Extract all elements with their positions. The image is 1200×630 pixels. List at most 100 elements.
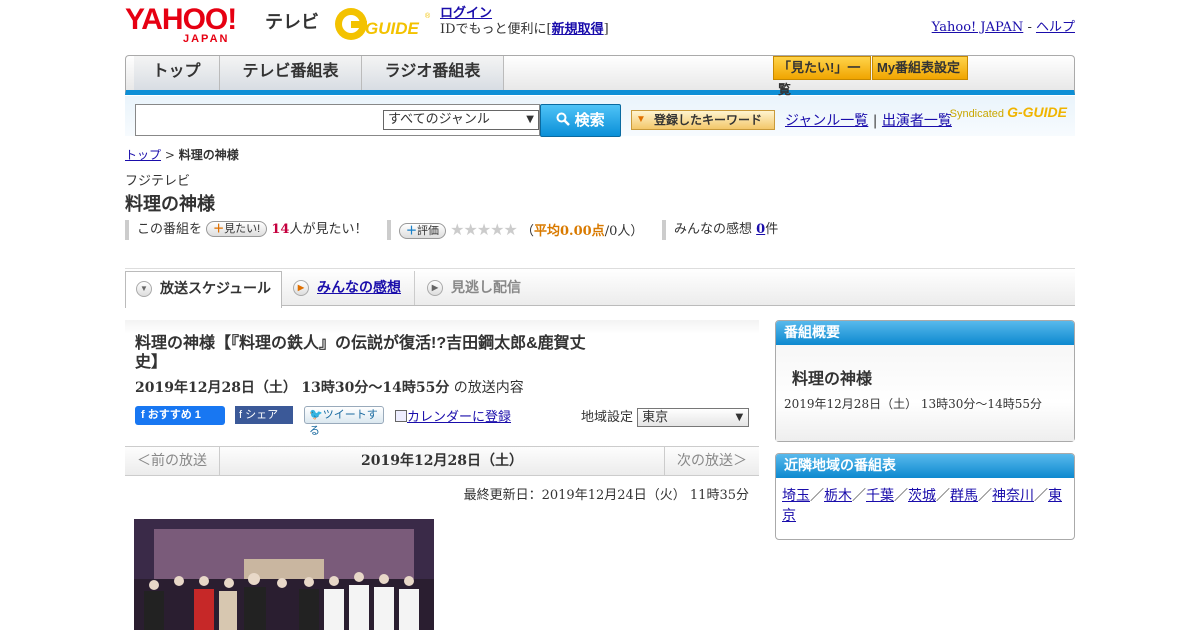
- chevron-down-icon: ▼: [735, 412, 744, 423]
- registered-keyword-button[interactable]: ▼ 登録したキーワード: [631, 110, 775, 130]
- yahoo-japan-link[interactable]: Yahoo! JAPAN: [932, 20, 1024, 35]
- region-label: 地域設定: [581, 410, 634, 425]
- header: YAHOO! JAPAN テレビ GUIDE ® ログイン IDでもっと便利に[…: [125, 3, 1075, 46]
- breadcrumb-top[interactable]: トップ: [125, 148, 161, 162]
- yahoo-logo[interactable]: YAHOO! JAPAN: [125, 3, 237, 45]
- avg-people: /0人）: [604, 224, 644, 239]
- fb-recommend-label: おすすめ 1: [147, 409, 201, 421]
- episode-date: 2019年12月28日（土）: [135, 380, 297, 396]
- rate-section: ＋評価 ★★★★★ （平均0.00点/0人）: [387, 220, 643, 240]
- region-link-kanagawa[interactable]: 神奈川: [992, 488, 1034, 504]
- nav-tab-top[interactable]: トップ: [134, 56, 220, 90]
- syndicated-logo: G-GUIDE: [1007, 104, 1067, 120]
- program-summary-time: 2019年12月28日（土） 13時30分～14時55分: [784, 397, 1042, 411]
- facebook-recommend-button[interactable]: f おすすめ 1: [135, 406, 225, 425]
- login-link[interactable]: ログイン: [440, 6, 492, 21]
- tab-schedule-label: 放送スケジュール: [160, 280, 272, 296]
- region-link-ibaraki[interactable]: 茨城: [908, 488, 936, 504]
- genre-select[interactable]: すべてのジャンル ▼: [383, 110, 539, 130]
- region-link-tochigi[interactable]: 栃木: [824, 488, 852, 504]
- region-select-value: 東京: [642, 410, 669, 425]
- tab-schedule[interactable]: ▼ 放送スケジュール: [125, 271, 282, 308]
- fb-share-label: シェア: [245, 409, 279, 421]
- episode-header: 料理の神様【『料理の鉄人』の伝説が復活!?吉田鋼太郎&鹿賀丈史】 2019年12…: [125, 320, 759, 437]
- region-sep: ／: [936, 488, 950, 504]
- play-icon: ▶: [427, 280, 443, 296]
- nav-tab-tv-schedule[interactable]: テレビ番組表: [220, 56, 362, 90]
- last-updated: 最終更新日：2019年12月24日（火） 11時35分: [463, 488, 749, 503]
- signup-link[interactable]: 新規取得: [552, 22, 604, 37]
- region-link-chiba[interactable]: 千葉: [866, 488, 894, 504]
- facebook-icon: f: [141, 409, 145, 421]
- chevron-down-icon: ▼: [526, 114, 534, 125]
- want-button-label: 見たい!: [224, 223, 261, 235]
- region-select[interactable]: 東京 ▼: [637, 408, 750, 427]
- id-text: IDでもっと便利に[: [440, 22, 552, 37]
- syndicated-text: Syndicated: [949, 108, 1005, 120]
- avg-open: （: [521, 224, 535, 239]
- breadcrumb: トップ > 料理の神様: [125, 146, 239, 163]
- episode-time: 13時30分～14時55分: [301, 380, 450, 396]
- program-summary-title: 料理の神様: [792, 371, 873, 388]
- tab-missed-label: 見逃し配信: [451, 279, 521, 295]
- current-broadcast-date: 2019年12月28日（土）: [361, 453, 523, 469]
- facebook-share-button[interactable]: f シェア: [235, 406, 293, 424]
- want-section: この番組を ＋見たい! 14人が見たい！: [125, 220, 367, 240]
- photo-illustration: [134, 519, 434, 630]
- nearby-region-head: 近隣地域の番組表: [776, 454, 1074, 478]
- want-suffix: 人が見たい！: [289, 222, 368, 237]
- region-sep: ／: [1034, 488, 1048, 504]
- main-nav: トップ テレビ番組表 ラジオ番組表 「見たい!」一覧 My番組表設定: [125, 55, 1075, 97]
- want-prefix: この番組を: [137, 222, 203, 237]
- genre-list-link[interactable]: ジャンル一覧: [785, 113, 868, 129]
- tv-label[interactable]: テレビ: [265, 8, 319, 34]
- calendar-icon: [395, 410, 407, 422]
- performer-list-link[interactable]: 出演者一覧: [882, 113, 952, 129]
- reviews-section: みんなの感想 0件: [662, 220, 778, 240]
- help-link[interactable]: ヘルプ: [1036, 20, 1075, 35]
- calendar-register[interactable]: カレンダーに登録: [395, 406, 511, 425]
- region-sep: ／: [978, 488, 992, 504]
- nearby-region-list: 埼玉／栃木／千葉／茨城／群馬／神奈川／東京: [776, 478, 1074, 534]
- svg-text:®: ®: [425, 12, 431, 20]
- tab-missed[interactable]: ▶ 見逃し配信: [417, 271, 547, 305]
- link-divider: |: [872, 113, 878, 129]
- content-tabs: ▼ 放送スケジュール ▶ みんなの感想 ▶ 見逃し配信: [125, 268, 1075, 308]
- episode-date-suffix: の放送内容: [453, 380, 524, 396]
- calendar-link[interactable]: カレンダーに登録: [407, 410, 511, 425]
- keyword-button-label: 登録したキーワード: [654, 113, 763, 127]
- search-links: ジャンル一覧 | 出演者一覧: [785, 110, 952, 130]
- program-summary-box: 番組概要 料理の神様 2019年12月28日（土） 13時30分～14時55分: [775, 320, 1075, 442]
- next-broadcast[interactable]: 次の放送＞: [664, 447, 759, 475]
- search-button[interactable]: 検索: [540, 104, 621, 137]
- tweet-button[interactable]: 🐦ツイートする: [304, 406, 384, 437]
- want-count: 14: [271, 222, 290, 237]
- nav-tab-radio-schedule[interactable]: ラジオ番組表: [362, 56, 504, 90]
- region-link-saitama[interactable]: 埼玉: [782, 488, 810, 504]
- yahoo-logo-sub: JAPAN: [183, 33, 230, 45]
- want-list-button[interactable]: 「見たい!」一覧: [773, 56, 871, 97]
- nearby-region-box: 近隣地域の番組表 埼玉／栃木／千葉／茨城／群馬／神奈川／東京: [775, 453, 1075, 540]
- reviews-count-link[interactable]: 0: [756, 222, 765, 237]
- plus-icon: ＋: [406, 225, 417, 237]
- broadcast-pager: ＜前の放送 2019年12月28日（土） 次の放送＞: [125, 446, 759, 476]
- header-separator: -: [1027, 20, 1032, 35]
- avg-score: 平均0.00点: [534, 224, 605, 239]
- star-icon: ★★★★★: [450, 220, 518, 239]
- my-schedule-button[interactable]: My番組表設定: [872, 56, 968, 80]
- yahoo-logo-text: YAHOO!: [125, 3, 237, 36]
- rate-button[interactable]: ＋評価: [399, 223, 446, 239]
- reviews-suffix: 件: [765, 222, 779, 237]
- gguide-logo[interactable]: GUIDE ®: [333, 6, 433, 42]
- svg-text:GUIDE: GUIDE: [365, 19, 420, 38]
- region-link-gunma[interactable]: 群馬: [950, 488, 978, 504]
- tab-reviews-label: みんなの感想: [317, 279, 401, 295]
- facebook-icon: f: [239, 409, 243, 421]
- reviews-label: みんなの感想: [674, 222, 753, 237]
- search-button-label: 検索: [574, 112, 605, 129]
- want-button[interactable]: ＋見たい!: [206, 221, 268, 237]
- search-icon: [556, 112, 571, 126]
- breadcrumb-current: 料理の神様: [178, 148, 239, 162]
- tab-reviews[interactable]: ▶ みんなの感想: [283, 271, 415, 305]
- prev-broadcast[interactable]: ＜前の放送: [125, 447, 220, 475]
